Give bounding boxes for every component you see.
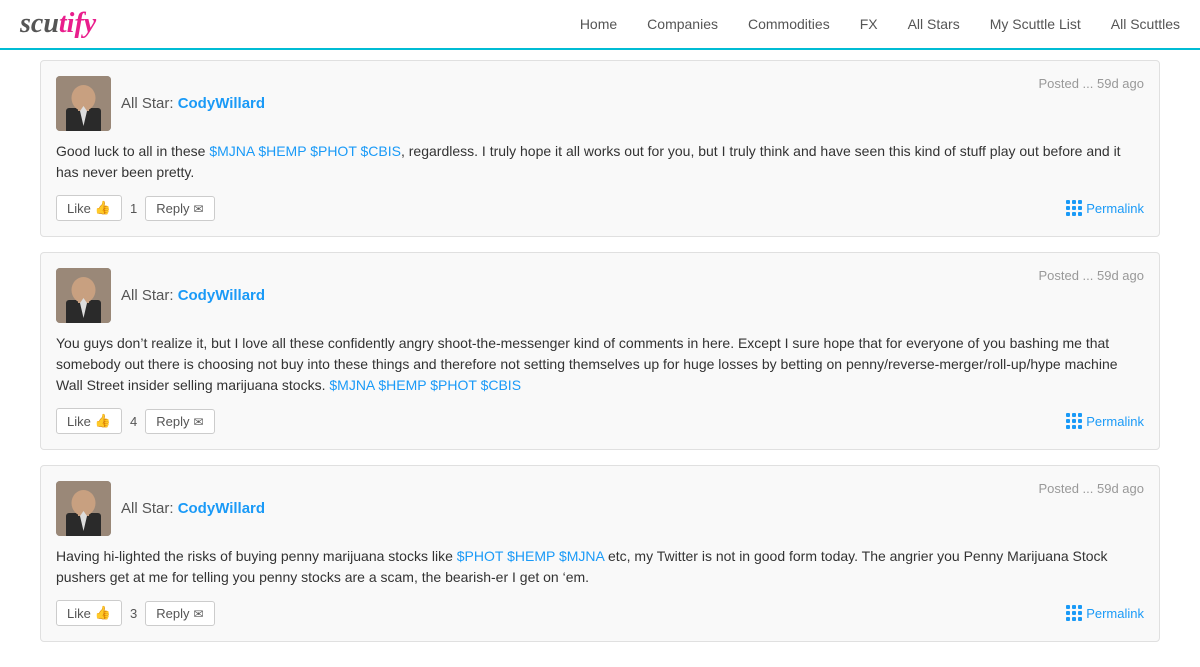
post-body-3: Having hi-lighted the risks of buying pe…	[56, 546, 1144, 588]
logo-scu: scu	[20, 8, 59, 39]
post-body-2: You guys don’t realize it, but I love al…	[56, 333, 1144, 396]
permalink-1[interactable]: Permalink	[1066, 200, 1144, 216]
reply-icon-2	[194, 414, 204, 429]
like-count-3: 3	[130, 606, 137, 621]
avatar-1	[56, 76, 111, 131]
body-text-before-2: You guys don’t realize it, but I love al…	[56, 335, 1118, 393]
avatar-2	[56, 268, 111, 323]
body-text-before-3: Having hi-lighted the risks of buying pe…	[56, 548, 457, 564]
reply-button-1[interactable]: Reply	[145, 196, 214, 221]
body-text-before-1: Good luck to all in these	[56, 143, 209, 159]
post-time-3: Posted ... 59d ago	[1038, 481, 1144, 496]
nav-home[interactable]: Home	[580, 16, 617, 32]
poster-name-2: All Star: CodyWillard	[121, 287, 265, 304]
stock-links-1[interactable]: $MJNA $HEMP $PHOT $CBIS	[209, 143, 401, 159]
thumb-up-icon-3	[95, 605, 111, 621]
post-header-1: All Star: CodyWillard Posted ... 59d ago	[56, 76, 1144, 131]
logo: scutify	[20, 8, 96, 40]
like-button-1[interactable]: Like	[56, 195, 122, 221]
nav-links: Home Companies Commodities FX All Stars …	[580, 16, 1180, 32]
nav-fx[interactable]: FX	[860, 16, 878, 32]
thumb-up-icon-1	[95, 200, 111, 216]
post-body-1: Good luck to all in these $MJNA $HEMP $P…	[56, 141, 1144, 183]
reply-label-3: Reply	[156, 606, 189, 621]
permalink-3[interactable]: Permalink	[1066, 605, 1144, 621]
poster-name-3: All Star: CodyWillard	[121, 500, 265, 517]
permalink-2[interactable]: Permalink	[1066, 413, 1144, 429]
author-prefix-2: All Star:	[121, 287, 178, 304]
logo-tify: tify	[59, 8, 96, 39]
reply-label-2: Reply	[156, 414, 189, 429]
reply-icon-1	[194, 201, 204, 216]
reply-button-2[interactable]: Reply	[145, 409, 214, 434]
navigation: scutify Home Companies Commodities FX Al…	[0, 0, 1200, 50]
post-card-1: All Star: CodyWillard Posted ... 59d ago…	[40, 60, 1160, 237]
permalink-label-3: Permalink	[1086, 606, 1144, 621]
like-label-1: Like	[67, 201, 91, 216]
nav-allscuttles[interactable]: All Scuttles	[1111, 16, 1180, 32]
avatar-3	[56, 481, 111, 536]
grid-icon-1	[1066, 200, 1082, 216]
post-card-3: All Star: CodyWillard Posted ... 59d ago…	[40, 465, 1160, 642]
author-prefix-3: All Star:	[121, 500, 178, 517]
post-meta-3: All Star: CodyWillard	[121, 500, 265, 517]
author-prefix-1: All Star:	[121, 95, 178, 112]
like-label-3: Like	[67, 606, 91, 621]
post-footer-3: Like 3 Reply Permalink	[56, 600, 1144, 626]
post-time-2: Posted ... 59d ago	[1038, 268, 1144, 283]
permalink-label-2: Permalink	[1086, 414, 1144, 429]
post-meta-1: All Star: CodyWillard	[121, 95, 265, 112]
poster-name-1: All Star: CodyWillard	[121, 95, 265, 112]
post-footer-1: Like 1 Reply Permalink	[56, 195, 1144, 221]
like-label-2: Like	[67, 414, 91, 429]
reply-label-1: Reply	[156, 201, 189, 216]
nav-scuttlelist[interactable]: My Scuttle List	[990, 16, 1081, 32]
post-actions-1: Like 1 Reply	[56, 195, 215, 221]
post-card-2: All Star: CodyWillard Posted ... 59d ago…	[40, 252, 1160, 450]
posts-container: All Star: CodyWillard Posted ... 59d ago…	[20, 50, 1180, 667]
post-actions-3: Like 3 Reply	[56, 600, 215, 626]
post-header-2: All Star: CodyWillard Posted ... 59d ago	[56, 268, 1144, 323]
post-time-1: Posted ... 59d ago	[1038, 76, 1144, 91]
like-count-2: 4	[130, 414, 137, 429]
author-link-3[interactable]: CodyWillard	[178, 500, 265, 517]
author-link-1[interactable]: CodyWillard	[178, 95, 265, 112]
like-count-1: 1	[130, 201, 137, 216]
stock-links-2[interactable]: $MJNA $HEMP $PHOT $CBIS	[329, 377, 521, 393]
nav-companies[interactable]: Companies	[647, 16, 718, 32]
post-header-3: All Star: CodyWillard Posted ... 59d ago	[56, 481, 1144, 536]
grid-icon-2	[1066, 413, 1082, 429]
like-button-3[interactable]: Like	[56, 600, 122, 626]
permalink-label-1: Permalink	[1086, 201, 1144, 216]
stock-links-3[interactable]: $PHOT $HEMP $MJNA	[457, 548, 604, 564]
reply-button-3[interactable]: Reply	[145, 601, 214, 626]
post-actions-2: Like 4 Reply	[56, 408, 215, 434]
thumb-up-icon-2	[95, 413, 111, 429]
post-meta-2: All Star: CodyWillard	[121, 287, 265, 304]
nav-commodities[interactable]: Commodities	[748, 16, 830, 32]
author-link-2[interactable]: CodyWillard	[178, 287, 265, 304]
post-footer-2: Like 4 Reply Permalink	[56, 408, 1144, 434]
grid-icon-3	[1066, 605, 1082, 621]
nav-allstars[interactable]: All Stars	[908, 16, 960, 32]
like-button-2[interactable]: Like	[56, 408, 122, 434]
reply-icon-3	[194, 606, 204, 621]
